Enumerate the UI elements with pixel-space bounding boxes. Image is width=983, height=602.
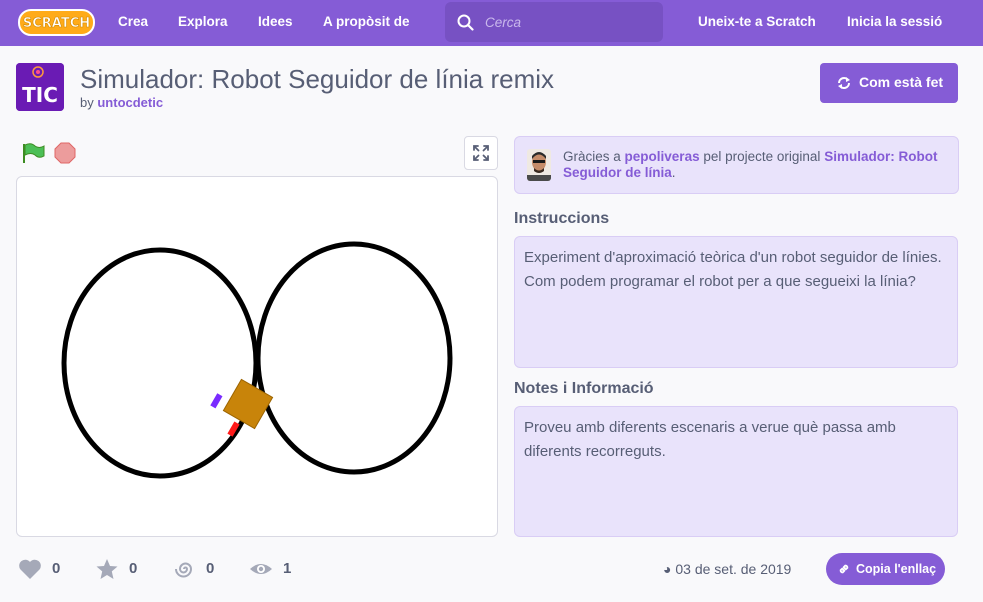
search-icon	[457, 14, 474, 31]
logo-text: SCRATCH	[23, 16, 90, 31]
avatar[interactable]	[527, 149, 551, 181]
fullscreen-icon	[473, 145, 489, 161]
track-right-loop	[255, 241, 453, 475]
see-inside-label: Com està fet	[859, 74, 944, 90]
star-icon	[96, 559, 118, 579]
author-link[interactable]: untocdetic	[97, 95, 163, 110]
remix-icon	[838, 77, 850, 89]
byline: by untocdetic	[80, 95, 163, 110]
favorite-count: 0	[129, 560, 138, 577]
signin-link[interactable]: Inicia la sessió	[847, 14, 942, 29]
credits-middle: pel projecte original	[703, 149, 821, 164]
instructions-text: Experiment d'aproximació teòrica d'un ro…	[514, 236, 958, 368]
notes-text: Proveu amb diferents escenaris a verue q…	[514, 406, 958, 537]
remix-spiral-icon	[175, 562, 193, 578]
link-icon	[839, 564, 849, 574]
track-left-loop	[61, 247, 259, 479]
date-text: 03 de set. de 2019	[675, 561, 792, 577]
scratch-logo[interactable]: SCRATCH	[18, 9, 95, 36]
copy-link-button[interactable]: Copia l'enllaç	[826, 553, 945, 585]
nav-create[interactable]: Crea	[118, 14, 148, 29]
date-icon: ◕	[663, 561, 672, 577]
stop-icon[interactable]	[54, 142, 76, 164]
green-flag-icon[interactable]	[21, 142, 45, 164]
nav-about[interactable]: A propòsit de	[323, 14, 410, 29]
eye-icon	[250, 564, 272, 574]
fullscreen-button[interactable]	[464, 136, 498, 170]
join-link[interactable]: Uneix-te a Scratch	[698, 14, 816, 29]
nav-explore[interactable]: Explora	[178, 14, 228, 29]
credits-prefix: Gràcies a	[563, 149, 621, 164]
stage-canvas	[61, 241, 453, 479]
search-placeholder: Cerca	[485, 15, 522, 30]
see-inside-button[interactable]: Com està fet	[820, 63, 958, 103]
view-count: 1	[283, 560, 292, 577]
heart-icon	[19, 559, 41, 579]
notes-heading: Notes i Informació	[514, 380, 654, 397]
copy-link-label: Copia l'enllaç	[856, 562, 937, 576]
remix-credits: Gràcies a pepoliveras pel projecte origi…	[514, 136, 959, 194]
remix-count: 0	[206, 560, 215, 577]
by-prefix: by	[80, 95, 94, 110]
share-date: ◕ 03 de set. de 2019	[663, 561, 791, 577]
instructions-heading: Instruccions	[514, 210, 610, 227]
nav-ideas[interactable]: Idees	[258, 14, 293, 29]
thumbnail-text: TIC	[22, 83, 58, 107]
credits-text: Gràcies a pepoliveras pel projecte origi…	[563, 149, 943, 181]
project-thumbnail: TIC	[16, 63, 64, 111]
project-title: Simulador: Robot Seguidor de línia remix	[80, 64, 555, 94]
credits-suffix: .	[671, 165, 676, 180]
love-count: 0	[52, 560, 61, 577]
original-author-link[interactable]: pepoliveras	[625, 149, 700, 164]
search-input[interactable]: Cerca	[445, 2, 663, 42]
top-nav: SCRATCH Crea Explora Idees A propòsit de…	[0, 0, 983, 46]
project-stage[interactable]	[16, 176, 498, 537]
